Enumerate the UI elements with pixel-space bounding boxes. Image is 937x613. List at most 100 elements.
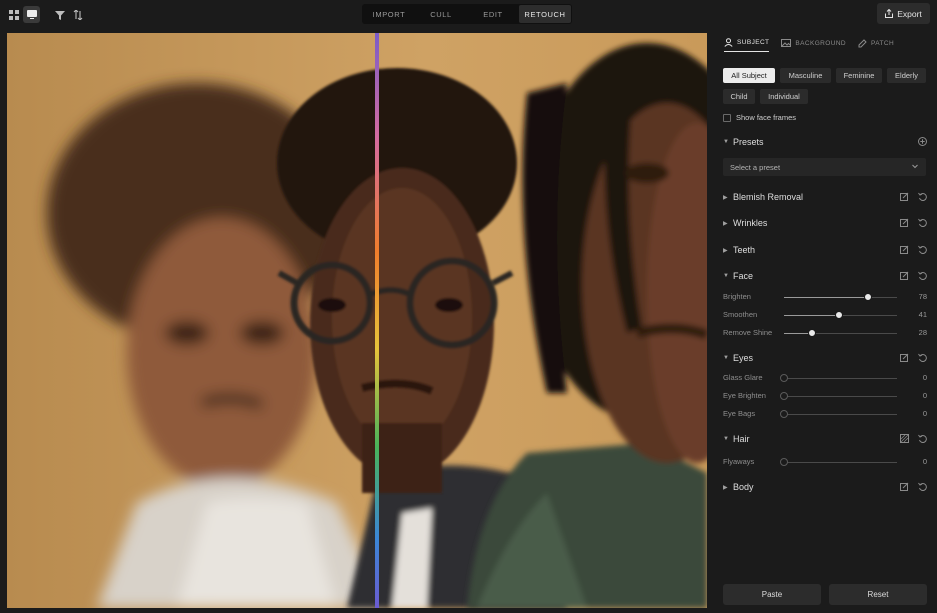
section-blemish-removal[interactable]: ▶ Blemish Removal xyxy=(723,189,927,205)
section-teeth[interactable]: ▶ Teeth xyxy=(723,242,927,258)
plus-icon[interactable] xyxy=(918,137,927,146)
preset-select[interactable]: Select a preset xyxy=(723,158,926,176)
tab-subject[interactable]: SUBJECT xyxy=(724,38,770,52)
caret-down-icon: ▼ xyxy=(723,139,729,145)
filter-elderly[interactable]: Elderly xyxy=(887,68,926,83)
tab-retouch[interactable]: RETOUCH xyxy=(519,5,571,23)
filter-masculine[interactable]: Masculine xyxy=(780,68,831,83)
tab-patch-label: PATCH xyxy=(871,39,895,47)
tab-import[interactable]: IMPORT xyxy=(363,5,415,23)
user-icon xyxy=(724,38,733,47)
caret-right-icon: ▶ xyxy=(723,220,728,227)
slider-fill xyxy=(784,297,868,298)
slider-value: 41 xyxy=(918,310,927,319)
slider-eye-brighten[interactable]: Eye Brighten 0 xyxy=(723,390,927,402)
slider-eye-bags[interactable]: Eye Bags 0 xyxy=(723,408,927,420)
undo-icon[interactable] xyxy=(918,245,927,254)
export-button[interactable]: Export xyxy=(877,3,930,24)
grid-icon[interactable] xyxy=(5,6,22,23)
reset-button[interactable]: Reset xyxy=(829,584,927,605)
slider-smoothen[interactable]: Smoothen 41 xyxy=(723,309,927,321)
slider-label: Brighten xyxy=(723,292,751,301)
caret-down-icon: ▼ xyxy=(723,273,729,279)
section-face[interactable]: ▼ Face xyxy=(723,268,927,284)
tab-background[interactable]: BACKGROUND xyxy=(781,38,846,52)
undo-icon[interactable] xyxy=(918,482,927,491)
slider-remove-shine[interactable]: Remove Shine 28 xyxy=(723,327,927,339)
slider-track[interactable] xyxy=(784,293,897,301)
undo-icon[interactable] xyxy=(918,192,927,201)
slider-value: 78 xyxy=(918,292,927,301)
caret-right-icon: ▶ xyxy=(723,484,728,491)
presets-header[interactable]: ▼ Presets xyxy=(723,134,927,150)
filter-child[interactable]: Child xyxy=(723,89,755,104)
caret-down-icon: ▼ xyxy=(723,355,729,361)
undo-icon[interactable] xyxy=(918,353,927,362)
undo-icon[interactable] xyxy=(918,218,927,227)
slider-track[interactable] xyxy=(780,410,897,418)
slider-thumb[interactable] xyxy=(864,293,872,301)
tab-edit[interactable]: EDIT xyxy=(467,5,519,23)
slider-value: 0 xyxy=(922,373,927,382)
slider-label: Smoothen xyxy=(723,310,758,319)
tab-subject-label: SUBJECT xyxy=(737,39,770,46)
slider-track[interactable] xyxy=(784,311,897,319)
edit-icon[interactable] xyxy=(900,271,909,280)
section-title: Teeth xyxy=(733,245,756,255)
slider-label: Remove Shine xyxy=(723,328,773,337)
compare-split-line[interactable] xyxy=(375,33,379,608)
slider-glass-glare[interactable]: Glass Glare 0 xyxy=(723,372,927,384)
slider-track[interactable] xyxy=(780,374,897,382)
filter-individual[interactable]: Individual xyxy=(760,89,808,104)
slider-thumb[interactable] xyxy=(808,329,816,337)
section-title: Body xyxy=(733,482,754,492)
edit-icon[interactable] xyxy=(900,482,909,491)
slider-value: 0 xyxy=(922,457,927,466)
edit-icon[interactable] xyxy=(900,353,909,362)
edit-disabled-icon[interactable] xyxy=(900,434,909,443)
slider-track[interactable] xyxy=(780,458,897,466)
slider-thumb[interactable] xyxy=(780,410,788,418)
section-wrinkles[interactable]: ▶ Wrinkles xyxy=(723,215,927,231)
single-view-icon[interactable] xyxy=(23,6,40,23)
patch-icon xyxy=(858,38,867,47)
caret-right-icon: ▶ xyxy=(723,247,728,254)
edit-icon[interactable] xyxy=(900,192,909,201)
section-body[interactable]: ▶ Body xyxy=(723,479,927,495)
slider-value: 0 xyxy=(922,409,927,418)
filter-icon[interactable] xyxy=(51,6,68,23)
slider-track[interactable] xyxy=(780,392,897,400)
section-eyes[interactable]: ▼ Eyes xyxy=(723,350,927,366)
slider-thumb[interactable] xyxy=(780,374,788,382)
section-hair[interactable]: ▼ Hair xyxy=(723,431,927,447)
slider-thumb[interactable] xyxy=(780,392,788,400)
slider-track[interactable] xyxy=(784,329,897,337)
slider-label: Eye Brighten xyxy=(723,391,766,400)
slider-thumb[interactable] xyxy=(780,458,788,466)
checkbox[interactable] xyxy=(723,113,731,122)
filter-feminine[interactable]: Feminine xyxy=(836,68,882,83)
portrait-photo xyxy=(7,33,707,608)
section-title: Face xyxy=(733,271,754,281)
tab-cull[interactable]: CULL xyxy=(415,5,467,23)
section-title: Blemish Removal xyxy=(733,192,804,202)
slider-brighten[interactable]: Brighten 78 xyxy=(723,291,927,303)
filter-all-subject[interactable]: All Subject xyxy=(723,68,775,83)
undo-icon[interactable] xyxy=(918,271,927,280)
section-title: Wrinkles xyxy=(733,218,768,228)
paste-button[interactable]: Paste xyxy=(723,584,821,605)
undo-icon[interactable] xyxy=(918,434,927,443)
slider-thumb[interactable] xyxy=(835,311,843,319)
app-window: IMPORT CULL EDIT RETOUCH Export SUBJECT … xyxy=(0,0,937,613)
slider-flyaways[interactable]: Flyaways 0 xyxy=(723,456,927,468)
section-title: Eyes xyxy=(733,353,754,363)
slider-label: Eye Bags xyxy=(723,409,756,418)
section-title: Hair xyxy=(733,434,750,444)
show-face-frames-toggle[interactable]: Show face frames xyxy=(723,113,796,122)
show-face-frames-label: Show face frames xyxy=(736,113,797,122)
edit-icon[interactable] xyxy=(900,218,909,227)
photo-canvas[interactable] xyxy=(7,33,707,608)
edit-icon[interactable] xyxy=(900,245,909,254)
tab-patch[interactable]: PATCH xyxy=(858,38,894,52)
sort-icon[interactable] xyxy=(69,6,86,23)
